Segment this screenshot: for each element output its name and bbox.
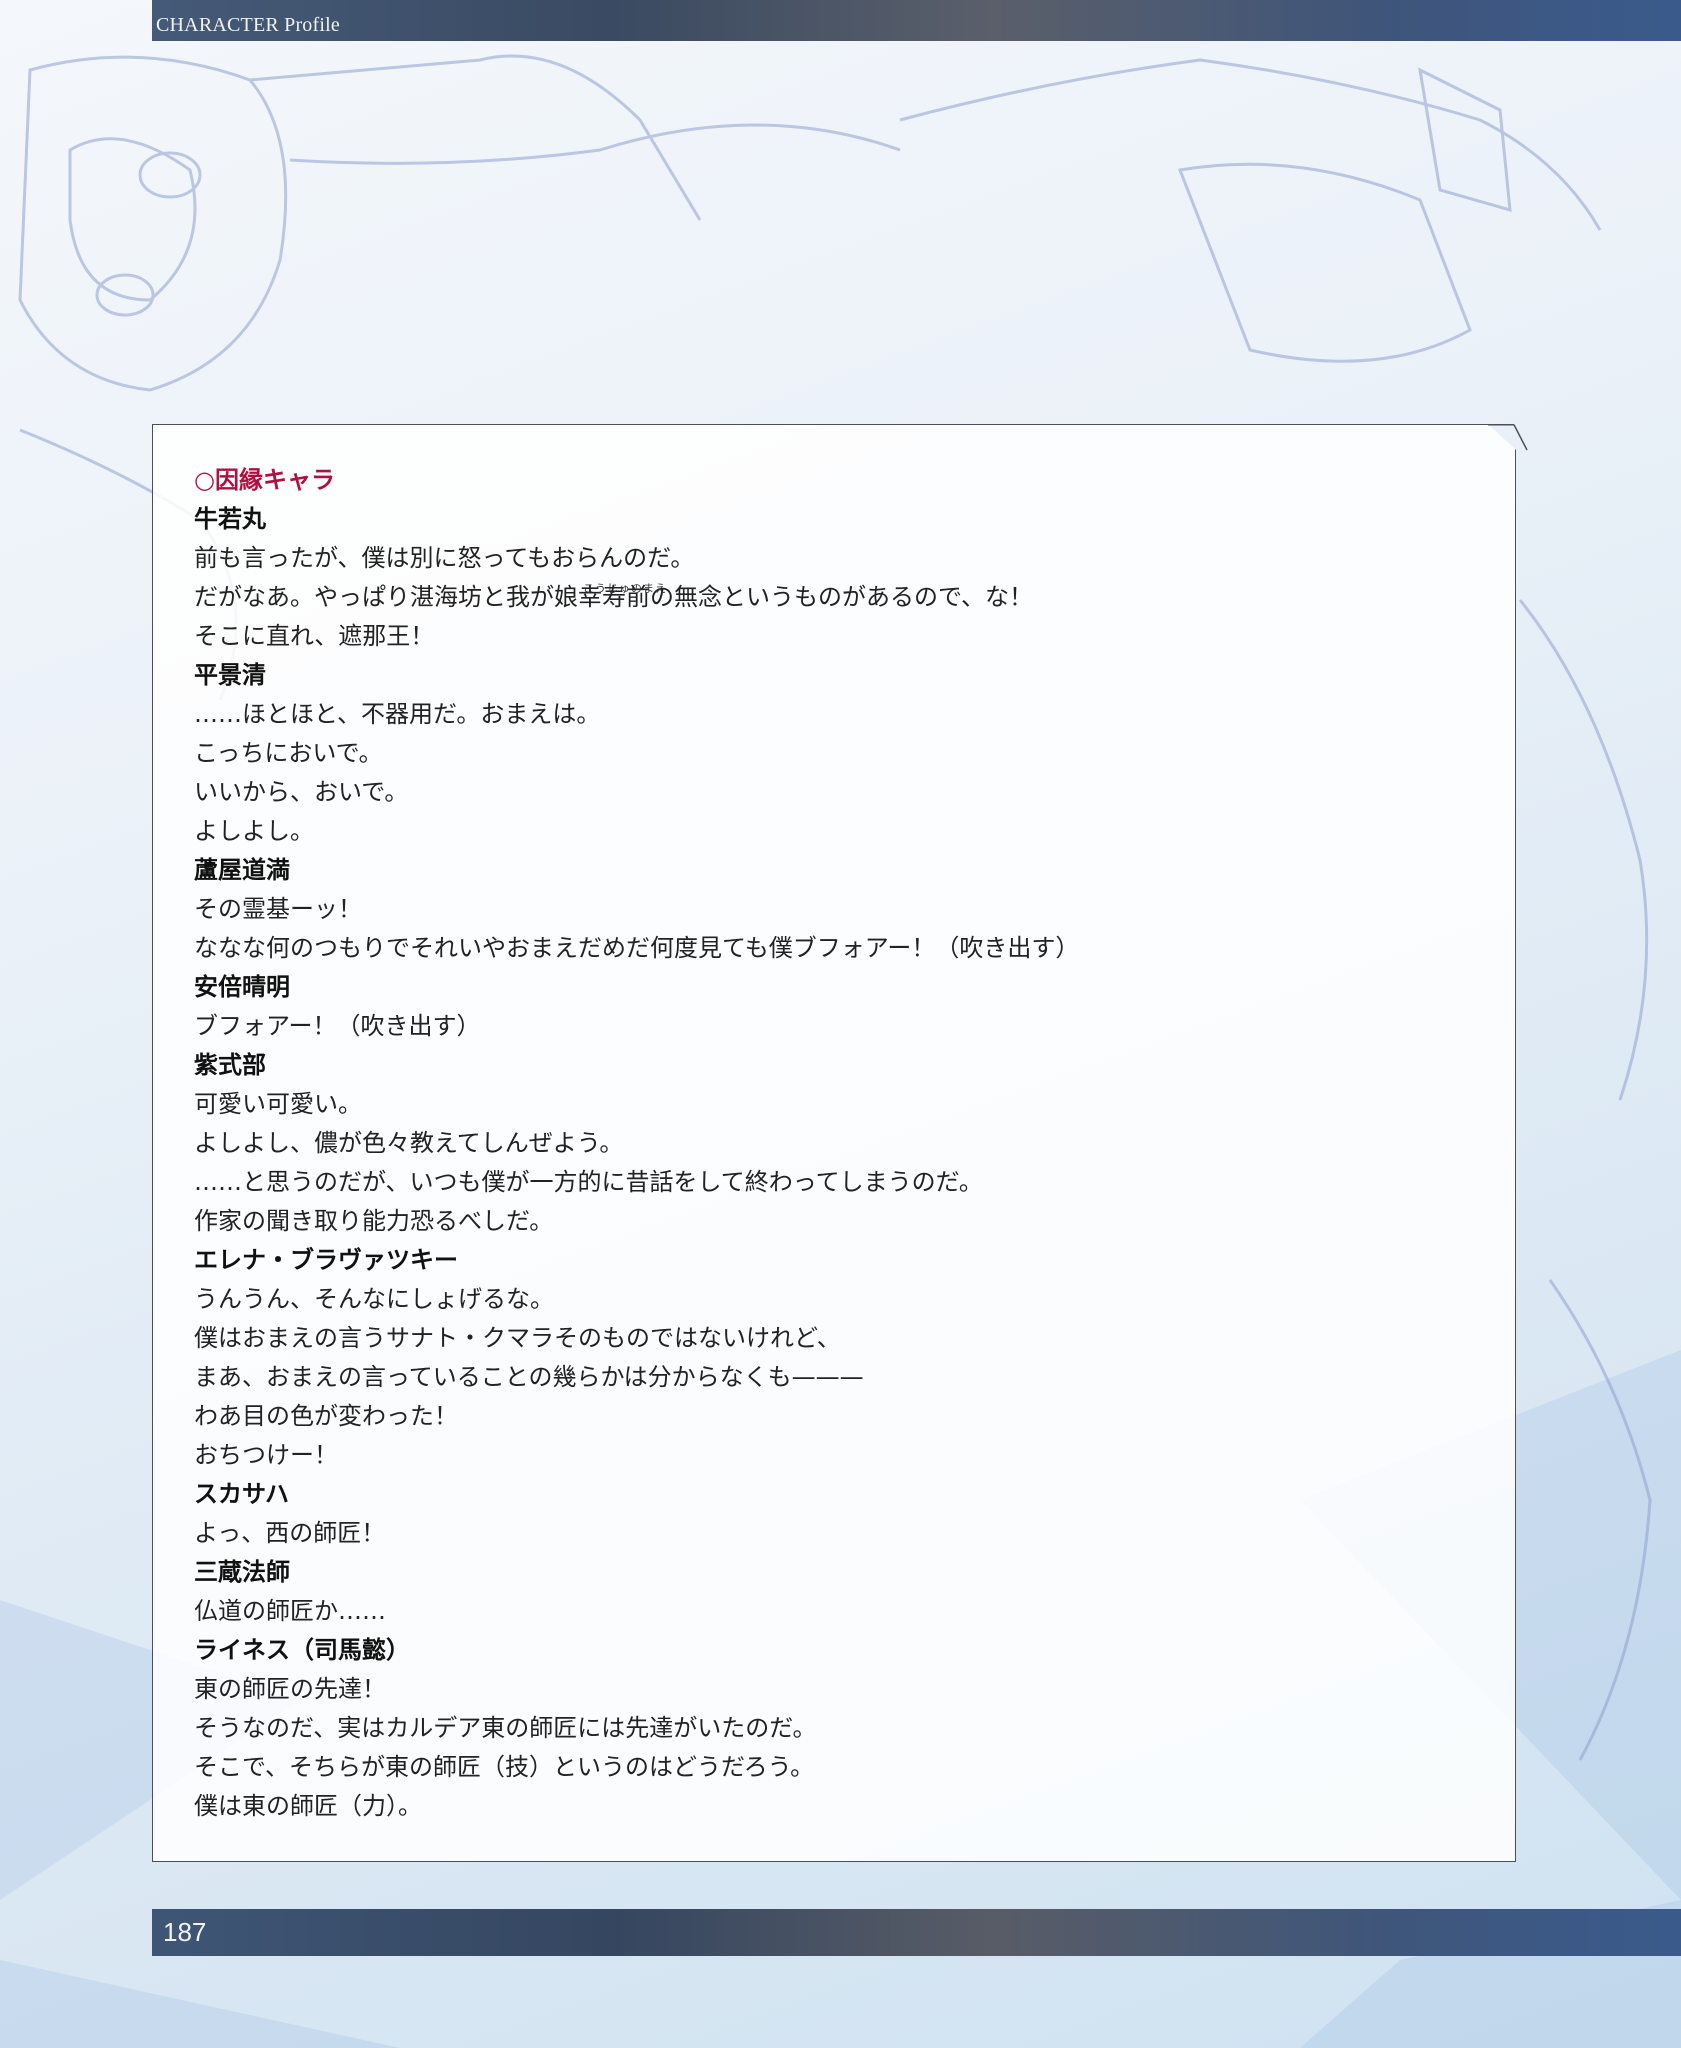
- header-bar: [152, 0, 1681, 41]
- dialogue-line: いいから、おいで。: [194, 778, 409, 806]
- character-name: 牛若丸: [194, 505, 266, 533]
- character-name: 平景清: [194, 661, 266, 689]
- dialogue-line: うんうん、そんなにしょげるな。: [194, 1285, 554, 1313]
- character-name: 蘆屋道満: [194, 856, 290, 884]
- panel-corner-bevel: [1488, 424, 1528, 451]
- dialogue-line: 前も言ったが、僕は別に怒ってもおらんのだ。: [194, 544, 695, 572]
- header-title: CHARACTER Profile: [156, 14, 340, 36]
- character-name: ライネス（司馬懿）: [194, 1636, 410, 1664]
- dialogue-line: そうなのだ、実はカルデア東の師匠には先達がいたのだ。: [194, 1714, 817, 1742]
- section-heading: ○因縁キャラ: [194, 466, 335, 494]
- character-name: エレナ・ブラヴァツキー: [194, 1246, 458, 1274]
- dialogue-line: わあ目の色が変わった！: [194, 1402, 458, 1430]
- dialogue-line: だがなあ。やっぱり湛海坊と我が娘幸寿前の無念というものがあるので、な！ こうじゅの…: [194, 578, 1464, 617]
- dialogue-line: ……ほとほと、不器用だ。おまえは。: [194, 700, 601, 728]
- dialogue-line: よっ、西の師匠！: [194, 1519, 386, 1547]
- dialogue-line: その霊基ーッ！: [194, 895, 362, 923]
- relationship-list: ○因縁キャラ 牛若丸前も言ったが、僕は別に怒ってもおらんのだ。だがなあ。やっぱり…: [194, 461, 1464, 1826]
- dialogue-line: 可愛い可愛い。: [194, 1090, 362, 1118]
- character-name: 安倍晴明: [194, 973, 290, 1001]
- dialogue-line: 僕はおまえの言うサナト・クマラそのものではないけれど、: [194, 1324, 841, 1352]
- dialogue-line: 東の師匠の先達！: [194, 1675, 386, 1703]
- page-number: 187: [163, 1917, 207, 1947]
- character-name: 紫式部: [194, 1051, 266, 1079]
- dialogue-line: おちつけー！: [194, 1441, 338, 1469]
- dialogue-line: そこで、そちらが東の師匠（技）というのはどうだろう。: [194, 1753, 815, 1781]
- dialogue-line: ななな何のつもりでそれいやおまえだめだ何度見ても僕ブフォアー！（吹き出す）: [194, 934, 1080, 962]
- dialogue-line: そこに直れ、遮那王！: [194, 622, 435, 650]
- character-name: 三蔵法師: [194, 1558, 290, 1586]
- dialogue-line: 作家の聞き取り能力恐るべしだ。: [194, 1207, 554, 1235]
- dialogue-line: こっちにおいで。: [194, 739, 383, 767]
- footer-bar: [152, 1909, 1681, 1956]
- character-name: スカサハ: [194, 1480, 290, 1508]
- dialogue-line: 仏道の師匠か……: [194, 1597, 386, 1625]
- dialogue-line: ……と思うのだが、いつも僕が一方的に昔話をして終わってしまうのだ。: [194, 1168, 983, 1196]
- dialogue-line: ブフォアー！（吹き出す）: [194, 1012, 481, 1040]
- dialogue-line: よしよし。: [194, 817, 314, 845]
- dialogue-line: まあ、おまえの言っていることの幾らかは分からなくも———: [194, 1363, 864, 1391]
- dialogue-line: 僕は東の師匠（力）。: [194, 1792, 422, 1820]
- ruby-annotation: こうじゅのまえ: [583, 582, 667, 595]
- dialogue-line: よしよし、儂が色々教えてしんぜよう。: [194, 1129, 624, 1157]
